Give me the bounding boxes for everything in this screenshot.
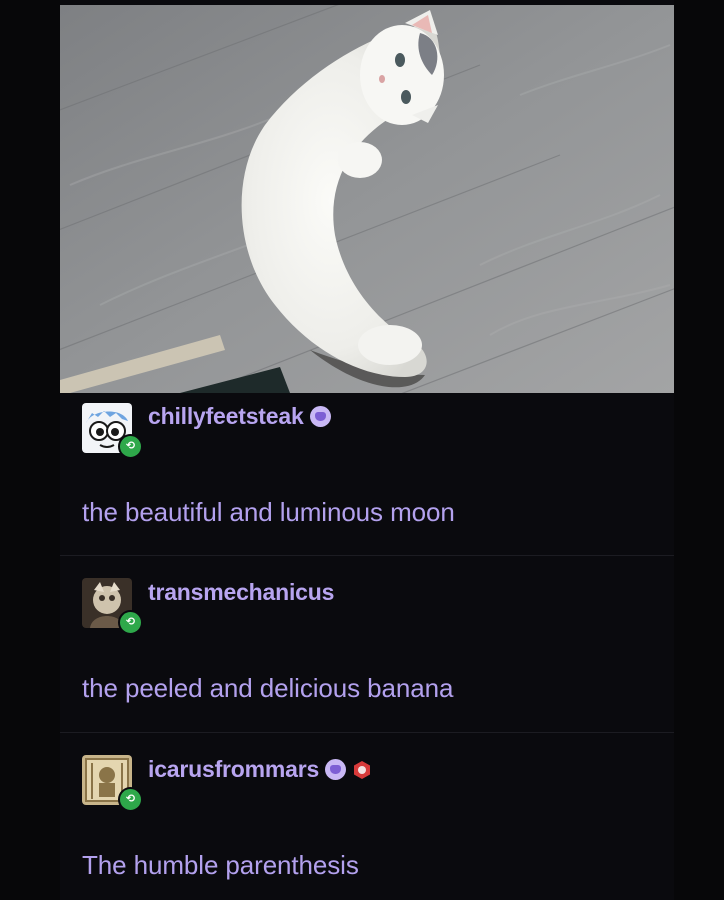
- username-text: icarusfrommars: [148, 755, 320, 782]
- post-card: ⟲ chillyfeetsteak the beautiful and lumi…: [60, 0, 674, 900]
- reblog-comment: the peeled and delicious banana: [82, 673, 454, 703]
- reblog-comment: The humble parenthesis: [82, 850, 359, 880]
- purple-cat-badge-icon[interactable]: [325, 758, 347, 780]
- reblog-icon: ⟲: [118, 434, 143, 459]
- post-image[interactable]: [60, 5, 674, 393]
- username-text: transmechanicus: [148, 578, 335, 605]
- reblog-icon: ⟲: [118, 610, 143, 635]
- reblog-icon: ⟲: [118, 787, 143, 812]
- reblog-comment: the beautiful and luminous moon: [82, 497, 455, 527]
- username[interactable]: icarusfrommars: [148, 754, 372, 784]
- reblog-entry: ⟲ transmechanicus the peeled and delicio…: [60, 556, 674, 732]
- reblog-entry: ⟲ chillyfeetsteak the beautiful and lumi…: [60, 393, 674, 555]
- cat-photo: [60, 5, 674, 393]
- red-hexagon-badge-icon[interactable]: [352, 759, 372, 779]
- reblog-entry: ⟲ icarusfrommars The humble parenthesis: [60, 733, 674, 900]
- username[interactable]: transmechanicus: [148, 577, 334, 607]
- username[interactable]: chillyfeetsteak: [148, 401, 331, 431]
- purple-cat-badge-icon[interactable]: [309, 405, 331, 427]
- username-text: chillyfeetsteak: [148, 402, 304, 429]
